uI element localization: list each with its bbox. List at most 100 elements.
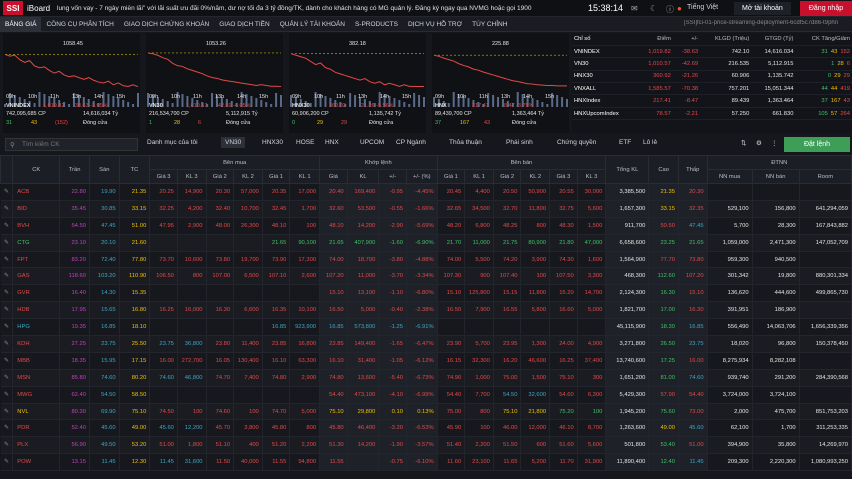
sell-cell-4[interactable]: 75.20 xyxy=(549,403,578,421)
buy-cell-4[interactable]: 21.65 xyxy=(262,234,291,252)
stock-symbol[interactable]: MBB xyxy=(12,352,61,370)
stock-symbol[interactable]: FPT xyxy=(12,251,61,269)
sell-cell-4[interactable]: 48.30 xyxy=(549,217,578,235)
buy-cell-2[interactable]: 51.10 xyxy=(206,436,235,455)
stock-symbol[interactable]: BVH xyxy=(12,217,61,235)
sell-cell-4[interactable]: 16.60 xyxy=(549,301,578,320)
sell-cell-4[interactable]: 24.00 xyxy=(549,335,578,353)
nav-s-products[interactable]: S-PRODUCTS xyxy=(350,17,403,32)
tab-danh-muc[interactable]: Danh mục của tôi xyxy=(147,139,198,146)
table-row[interactable]: ✎ BVH 54.50 47.45 51.00 47.95 2,900 48.00 26,300… xyxy=(0,217,852,235)
table-row[interactable]: ✎ GVR 16.40 14.30 15.35 15.10 13,100 -1.10 -6.80… xyxy=(0,284,852,303)
buy-cell-4[interactable]: 45.80 xyxy=(262,419,291,438)
table-row[interactable]: ✎ PLX 56.90 49.50 53.20 51.00 1,800 51.10 400 51.… xyxy=(0,436,852,455)
buy-cell-2[interactable] xyxy=(206,386,235,404)
sell-cell-2[interactable]: 11.65 xyxy=(493,453,522,472)
stock-symbol[interactable]: MWG xyxy=(12,386,61,404)
tab-thoa-thuan[interactable]: Thỏa thuận xyxy=(449,139,482,146)
sell-cell-4[interactable]: 75.10 xyxy=(549,369,578,387)
ssi-logo[interactable]: SSI xyxy=(3,1,23,15)
table-row[interactable]: ✎ KDH 27.25 23.75 25.50 23.75 36,800 23.80 11,40… xyxy=(0,335,852,353)
match-cell-0[interactable]: 45.80 xyxy=(319,419,348,438)
nav-quan-ly-tk[interactable]: QUẢN LÝ TÀI KHOẢN xyxy=(275,17,350,32)
buy-cell-4[interactable]: 20.35 xyxy=(262,183,291,201)
index-row[interactable]: VN30 1,010.57 -42.69 216.535 5,112.915 1 28 6 xyxy=(572,57,852,71)
sell-cell-0[interactable]: 74.90 xyxy=(437,369,466,387)
search-input[interactable]: ⚲ Tìm kiếm CK xyxy=(5,138,138,151)
sell-cell-4[interactable]: 32.75 xyxy=(549,200,578,218)
buy-cell-4[interactable] xyxy=(262,284,291,303)
table-row[interactable]: ✎ HDB 17.95 15.65 16.80 16.25 16,000 16.30 6,600… xyxy=(0,301,852,320)
table-row[interactable]: ✎ MBB 18.35 15.95 17.15 16.00 272,700 16.05 130,… xyxy=(0,352,852,370)
flag-icon[interactable]: ● xyxy=(677,4,682,13)
index-row[interactable]: HNXIndex 217.41 -8.47 89.439 1,363.464 37 167 4… xyxy=(572,94,852,108)
pin-icon[interactable]: ✎ xyxy=(0,352,14,370)
match-cell-0[interactable]: 16.85 xyxy=(319,318,348,337)
buy-cell-2[interactable]: 32.40 xyxy=(206,200,235,218)
sell-cell-0[interactable]: 107.30 xyxy=(437,267,466,286)
tab-phai-sinh[interactable]: Phái sinh xyxy=(506,139,533,146)
sort-icon[interactable]: ⇅ xyxy=(741,139,746,147)
sell-cell-0[interactable]: 54.40 xyxy=(437,386,466,404)
sell-cell-2[interactable]: 32.70 xyxy=(493,200,522,218)
buy-cell-0[interactable]: 74.50 xyxy=(149,403,178,421)
match-cell-0[interactable]: 15.10 xyxy=(319,284,348,303)
match-cell-0[interactable]: 11.55 xyxy=(319,453,348,472)
moon-icon[interactable]: ☾ xyxy=(650,4,657,13)
sell-cell-2[interactable]: 75.10 xyxy=(493,403,522,421)
match-cell-0[interactable]: 74.80 xyxy=(319,369,348,387)
sell-cell-4[interactable]: 15.20 xyxy=(549,284,578,303)
table-row[interactable]: ✎ BID 35.45 30.85 33.15 32.25 4,200 32.40 10,700… xyxy=(0,200,852,218)
buy-cell-4[interactable]: 16.10 xyxy=(262,352,291,370)
pin-icon[interactable]: ✎ xyxy=(0,369,14,387)
pin-icon[interactable]: ✎ xyxy=(0,200,14,218)
open-account-button[interactable]: Mở tài khoản xyxy=(734,2,791,15)
pin-icon[interactable]: ✎ xyxy=(0,301,14,320)
tab-cp-nganh[interactable]: CP Ngành xyxy=(396,139,426,146)
match-cell-0[interactable]: 107.20 xyxy=(319,267,348,286)
buy-cell-0[interactable]: 11.45 xyxy=(149,453,178,472)
pin-icon[interactable]: ✎ xyxy=(0,436,14,455)
table-row[interactable]: ✎ ACB 22.80 19.90 21.35 20.25 14,900 20.30 57,00… xyxy=(0,183,852,201)
buy-cell-2[interactable]: 20.30 xyxy=(206,183,235,201)
pin-icon[interactable]: ✎ xyxy=(0,453,14,472)
tab-vn30[interactable]: VN30 xyxy=(221,137,246,148)
table-row[interactable]: ✎ POW 13.15 11.45 12.30 11.45 31,600 11.50 40,00… xyxy=(0,453,852,472)
stock-symbol[interactable]: GVR xyxy=(12,284,61,303)
buy-cell-2[interactable]: 73.80 xyxy=(206,251,235,269)
sell-cell-2[interactable]: 75.00 xyxy=(493,369,522,387)
buy-cell-2[interactable]: 16.05 xyxy=(206,352,235,370)
table-row[interactable]: ✎ NVL 80.30 69.90 75.10 74.50 100 74.60 100 74.70… xyxy=(0,403,852,421)
match-cell-0[interactable]: 20.40 xyxy=(319,183,348,201)
login-button[interactable]: Đăng nhập xyxy=(800,1,852,16)
buy-cell-4[interactable]: 74.80 xyxy=(262,369,291,387)
sell-cell-4[interactable]: 51.60 xyxy=(549,436,578,455)
sell-cell-0[interactable]: 45.90 xyxy=(437,419,466,438)
buy-cell-4[interactable]: 32.45 xyxy=(262,200,291,218)
sell-cell-4[interactable]: 46.10 xyxy=(549,419,578,438)
table-row[interactable]: ✎ PDR 52.40 45.60 49.00 45.60 12,200 45.70 3,800… xyxy=(0,419,852,438)
nav-bang-gia[interactable]: BẢNG GIÁ xyxy=(0,16,42,32)
stock-symbol[interactable]: KDH xyxy=(12,335,61,353)
buy-cell-0[interactable] xyxy=(149,284,178,303)
buy-cell-2[interactable]: 23.80 xyxy=(206,335,235,353)
sell-cell-2[interactable]: 48.25 xyxy=(493,217,522,235)
match-cell-0[interactable]: 32.60 xyxy=(319,200,348,218)
nav-giao-dich-tien[interactable]: GIAO DỊCH TIỀN xyxy=(214,17,274,32)
mini-chart[interactable]: 1053.26 09h 10h 11h 13h 14h 15h VN30 1,010.57 -42… xyxy=(146,33,283,133)
table-row[interactable]: ✎ GAS 118.60 103.20 110.90 106.50 800 107.00 6,5… xyxy=(0,267,852,286)
buy-cell-4[interactable]: 73.90 xyxy=(262,251,291,269)
tab-lo-le[interactable]: Lô lẻ xyxy=(643,139,657,146)
sell-cell-0[interactable] xyxy=(437,318,466,337)
stock-symbol[interactable]: ACB xyxy=(12,183,61,201)
match-cell-0[interactable]: 75.10 xyxy=(319,403,348,421)
pin-icon[interactable]: ✎ xyxy=(0,234,14,252)
table-row[interactable]: ✎ FPT 83.20 72.40 77.80 73.70 10,600 73.80 19,70… xyxy=(0,251,852,269)
match-cell-0[interactable]: 54.40 xyxy=(319,386,348,404)
pin-icon[interactable]: ✎ xyxy=(0,335,14,353)
pin-icon[interactable]: ✎ xyxy=(0,386,14,404)
stock-symbol[interactable]: PDR xyxy=(12,419,61,438)
table-row[interactable]: ✎ MWG 62.40 54.50 58.50 54.40 473,100 -4.10 -6.9… xyxy=(0,386,852,404)
tab-hnx30[interactable]: HNX30 xyxy=(262,139,283,146)
pin-icon[interactable]: ✎ xyxy=(0,403,14,421)
